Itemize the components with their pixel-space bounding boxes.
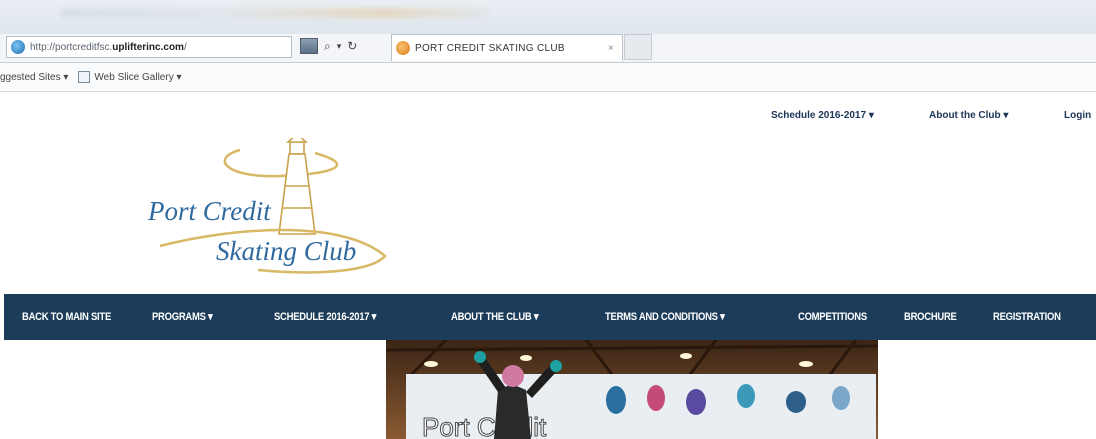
compatibility-view-icon[interactable] [300, 38, 318, 54]
nav-schedule[interactable]: SCHEDULE 2016-2017 ▾ [274, 294, 376, 340]
logo-text-line2: Skating Club [216, 236, 356, 266]
address-suffix: / [183, 41, 187, 53]
nav-brochure[interactable]: BROCHURE [904, 294, 957, 340]
hero-skating-photo: Port Credit [386, 340, 878, 439]
lighthouse-icon [278, 138, 316, 235]
favorites-bar: ggested Sites ▾ Web Slice Gallery ▾ [0, 63, 1096, 92]
web-slice-label: Web Slice Gallery ▾ [94, 71, 182, 83]
logo-text-line1: Port Credit [147, 196, 272, 226]
window-title-blur [60, 8, 490, 18]
address-buttons: ⌕ ▾ ↻ [300, 38, 357, 54]
club-logo[interactable]: Port Credit Skating Club [140, 138, 396, 278]
tab-close-icon[interactable]: × [608, 43, 614, 54]
main-navigation: BACK TO MAIN SITE PROGRAMS ▾ SCHEDULE 20… [4, 294, 1096, 340]
nav-registration[interactable]: REGISTRATION [993, 294, 1061, 340]
browser-title-bar [0, 0, 1096, 34]
search-icon[interactable]: ⌕ [324, 39, 331, 54]
dropdown-icon[interactable]: ▾ [337, 41, 342, 52]
address-prefix: http://portcreditfsc. [30, 41, 113, 53]
browser-address-row: http://portcreditfsc. uplifterinc.com / ⌕ … [0, 34, 1096, 63]
nav-programs[interactable]: PROGRAMS ▾ [152, 294, 213, 340]
address-bar[interactable]: http://portcreditfsc. uplifterinc.com / [6, 36, 292, 58]
nav-competitions[interactable]: COMPETITIONS [798, 294, 867, 340]
top-link-schedule[interactable]: Schedule 2016-2017 ▾ [771, 110, 874, 121]
browser-tab[interactable]: PORT CREDIT SKATING CLUB × [391, 34, 623, 61]
address-domain: uplifterinc.com [112, 41, 184, 53]
favorites-web-slice-gallery[interactable]: Web Slice Gallery ▾ [78, 71, 182, 83]
suggested-sites-label: ggested Sites ▾ [0, 71, 69, 83]
top-link-about[interactable]: About the Club ▾ [929, 110, 1008, 121]
ie-page-icon [11, 40, 25, 54]
nav-about-the-club[interactable]: ABOUT THE CLUB ▾ [451, 294, 539, 340]
nav-terms-and-conditions[interactable]: TERMS AND CONDITIONS ▾ [605, 294, 725, 340]
web-slice-icon [78, 71, 91, 83]
new-tab-button[interactable] [624, 34, 652, 60]
tab-favicon [396, 41, 410, 55]
top-utility-links: Schedule 2016-2017 ▾ About the Club ▾ Lo… [0, 110, 1096, 124]
tab-title: PORT CREDIT SKATING CLUB [415, 42, 565, 54]
logo-swoosh-top [223, 148, 339, 178]
favorites-suggested-sites[interactable]: ggested Sites ▾ [0, 72, 68, 83]
nav-back-to-main-site[interactable]: BACK TO MAIN SITE [22, 294, 111, 340]
top-link-login[interactable]: Login [1064, 110, 1091, 121]
refresh-icon[interactable]: ↻ [347, 39, 357, 53]
